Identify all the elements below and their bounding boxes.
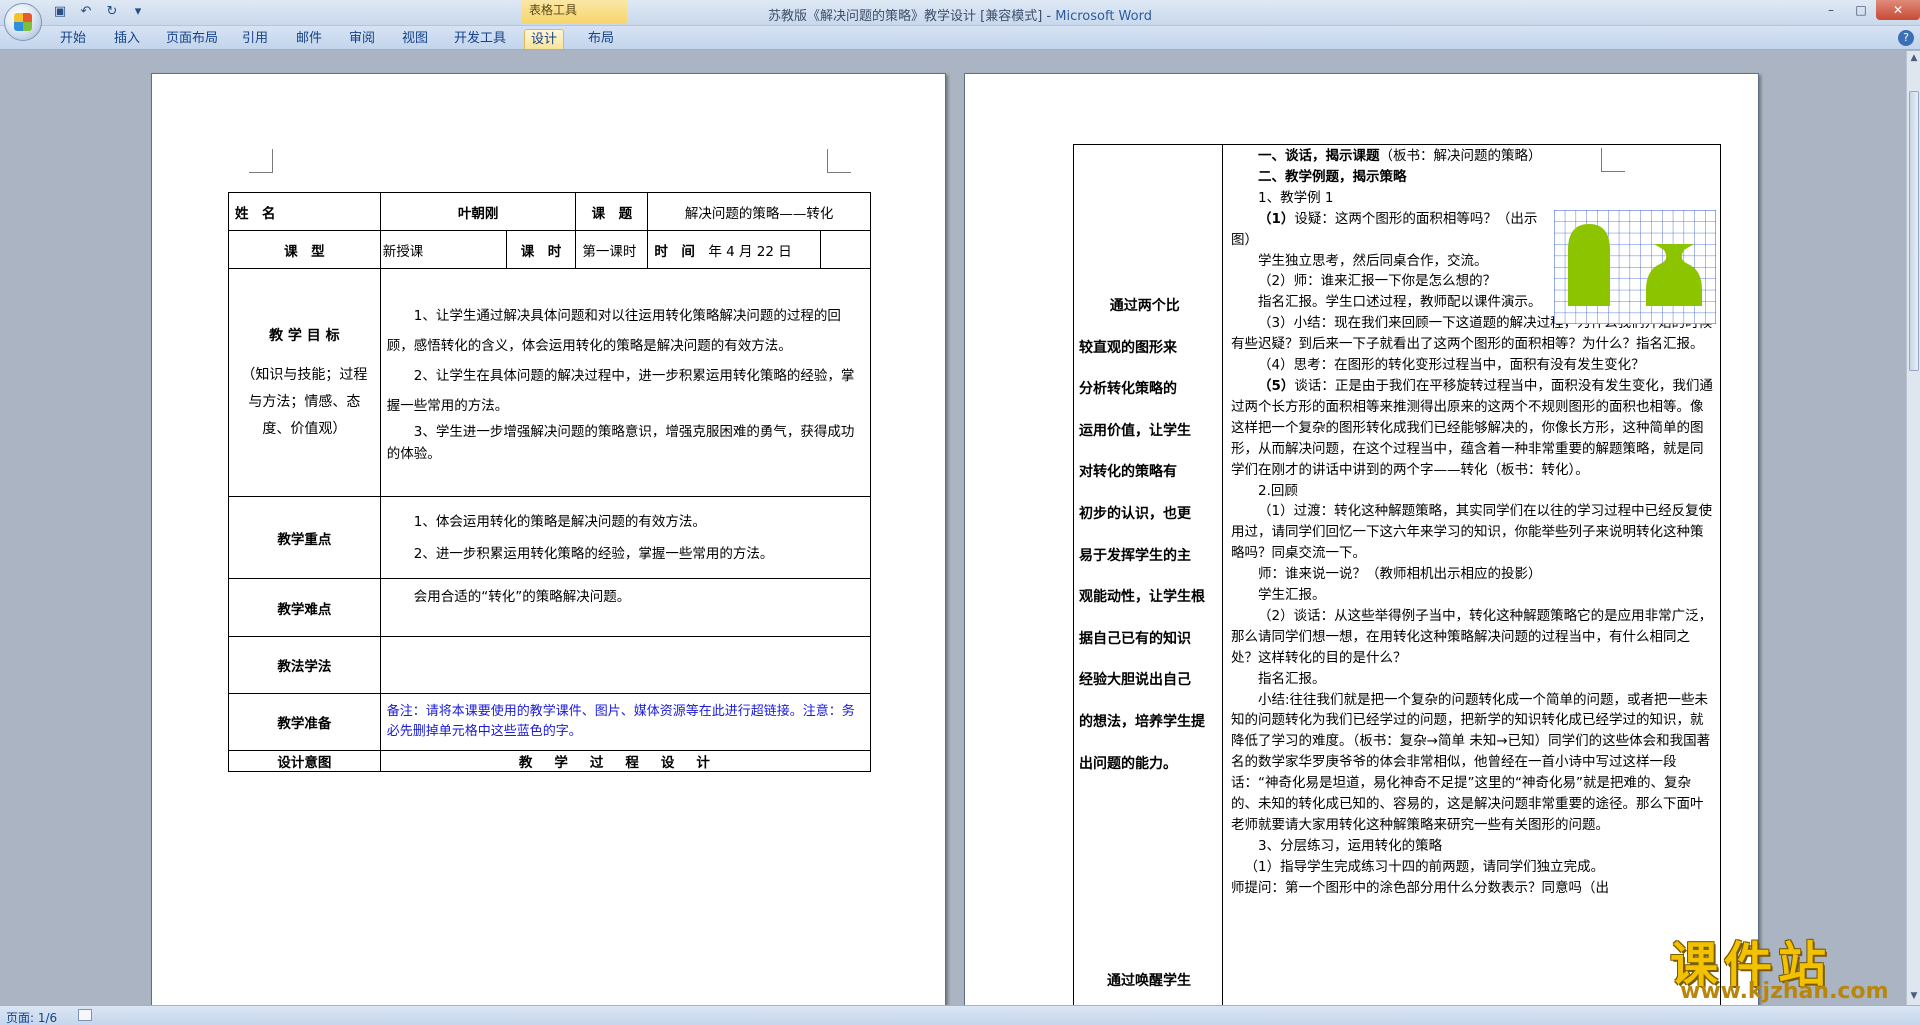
type-value[interactable]: 新授课 bbox=[379, 230, 507, 269]
scrollbar-thumb[interactable] bbox=[1909, 91, 1919, 371]
scroll-up-icon[interactable]: ▲ bbox=[1908, 53, 1920, 65]
tab-home[interactable]: 开始 bbox=[54, 29, 92, 49]
goal-item: 1、让学生通过解决具体问题和对以往运用转化策略解决问题的过程的回顾，感悟转化的含… bbox=[386, 307, 841, 354]
difficulty-content[interactable]: 会用合适的“转化”的策略解决问题。 bbox=[379, 578, 872, 637]
paragraph: （1）过渡：转化这种解题策略，其实同学们在以往的学习过程中已经反复使用过，请同学… bbox=[1231, 503, 1713, 562]
paragraph: 学生汇报。 bbox=[1258, 587, 1326, 604]
lesson-info-table: 姓 名 叶朝刚 课 题 解决问题的策略——转化 课 型 新授课 课 时 第一课时… bbox=[228, 192, 872, 772]
tab-design[interactable]: 设计 bbox=[524, 29, 565, 49]
section-title: 3、分层练习，运用转化的策略 bbox=[1258, 837, 1443, 854]
page-count[interactable]: 页面: 1/6 bbox=[6, 1009, 57, 1025]
paragraph: 指名汇报。 bbox=[1258, 670, 1326, 687]
intent-line: 的想法，培养学生提 bbox=[1079, 713, 1205, 730]
status-bar: 页面: 1/6 bbox=[0, 1005, 1920, 1025]
intent-line: 观能动性，让学生根 bbox=[1079, 589, 1205, 606]
tab-page-layout[interactable]: 页面布局 bbox=[160, 29, 224, 49]
topic-label: 课 题 bbox=[575, 192, 649, 231]
intent-line: 出问题的能力。 bbox=[1079, 755, 1177, 772]
goals-sub-label: （知识与技能；过程与方法；情感、态度、价值观） bbox=[241, 366, 368, 437]
preparation-note[interactable]: 备注：请将本课要使用的教学课件、图片、媒体资源等在此进行超链接。注意：务必先删掉… bbox=[379, 693, 872, 751]
app-name: Microsoft Word bbox=[1055, 9, 1152, 24]
paragraph: （1）指导学生完成练习十四的前两题，请同学们独立完成。 bbox=[1244, 858, 1605, 875]
time-label: 时 间 bbox=[654, 243, 695, 260]
window-title: 苏教版《解决问题的策略》教学设计 [兼容模式] - Microsoft Word bbox=[0, 5, 1920, 24]
document-title: 苏教版《解决问题的策略》教学设计 [兼容模式] - bbox=[768, 9, 1056, 24]
tab-view[interactable]: 视图 bbox=[396, 29, 434, 49]
office-button[interactable] bbox=[4, 3, 42, 41]
intent-line: 较直观的图形来 bbox=[1079, 339, 1177, 356]
paragraph: 师提问：第一个图形中的涂色部分用什么分数表示？同意吗（出 bbox=[1231, 879, 1609, 896]
macro-record-icon[interactable] bbox=[78, 1009, 92, 1021]
table-right-border bbox=[1720, 144, 1721, 1014]
paragraph: （4）思考：在图形的转化变形过程当中，面积有没有发生变化？ bbox=[1258, 357, 1645, 374]
example-title: 1、教学例 1 bbox=[1258, 189, 1334, 206]
key-points-content[interactable]: 1、体会运用转化的策略是解决问题的有效方法。 2、进一步积累运用转化策略的经验，… bbox=[379, 496, 872, 579]
topic-value[interactable]: 解决问题的策略——转化 bbox=[647, 192, 871, 231]
tab-layout[interactable]: 布局 bbox=[582, 29, 620, 49]
intent-line: 对转化的策略有 bbox=[1079, 464, 1177, 481]
goals-content[interactable]: 1、让学生通过解决具体问题和对以往运用转化策略解决问题的过程的回顾，感悟转化的含… bbox=[379, 268, 872, 497]
intent-line: 通过两个比 bbox=[1109, 298, 1180, 314]
goal-item: 2、让学生在具体问题的解决过程中，进一步积累运用转化策略的经验，掌握一些常用的方… bbox=[386, 367, 855, 414]
time-value: 年 4 月 22 日 bbox=[708, 243, 792, 260]
methods-content[interactable] bbox=[379, 636, 872, 694]
paragraph: （2）谈话：从这些举得例子当中，转化这种解题策略它的是应用非常广泛，那么请同学们… bbox=[1231, 607, 1713, 666]
hours-label: 课 时 bbox=[505, 230, 577, 269]
key-point-item: 2、进一步积累运用转化策略的经验，掌握一些常用的方法。 bbox=[413, 545, 774, 562]
vertical-scrollbar[interactable]: ▲ ▼ bbox=[1906, 51, 1920, 1005]
intent-line: 初步的认识，也更 bbox=[1079, 505, 1191, 522]
design-intent-next[interactable]: 通过唤醒学生 bbox=[1079, 970, 1219, 990]
teaching-process-header: 教学过程设计 bbox=[379, 750, 872, 772]
tab-references[interactable]: 引用 bbox=[236, 29, 274, 49]
intent-line: 据自己已有的知识 bbox=[1079, 630, 1191, 647]
intent-line: 经验大胆说出自己 bbox=[1079, 672, 1191, 689]
paragraph: 小结:往往我们就是把一个复杂的问题转化成一个简单的问题，或者把一些未知的问题转化… bbox=[1231, 691, 1711, 833]
tab-review[interactable]: 审阅 bbox=[343, 29, 381, 49]
name-label: 姓 名 bbox=[228, 192, 381, 231]
key-point-item: 1、体会运用转化的策略是解决问题的有效方法。 bbox=[413, 513, 706, 530]
difficulty-text: 会用合适的“转化”的策略解决问题。 bbox=[413, 589, 631, 605]
tab-mailings[interactable]: 邮件 bbox=[290, 29, 328, 49]
design-intent-header: 设计意图 bbox=[228, 750, 381, 772]
section-title: 2.回顾 bbox=[1258, 482, 1298, 499]
watermark-url: www.kjzhan.com bbox=[1680, 979, 1889, 1004]
margin-corner-mark bbox=[249, 149, 273, 173]
heading-1: 一、谈话，揭示课题（板书：解决问题的策略） bbox=[1258, 148, 1542, 164]
watermark-logo: 课件站 www.kjzhan.com bbox=[1660, 925, 1915, 1005]
title-bar: ▣ ↶ ↻ ▾ 表格工具 苏教版《解决问题的策略》教学设计 [兼容模式] - M… bbox=[0, 0, 1920, 26]
arch-shape bbox=[1568, 224, 1610, 306]
goals-label-cell: 教 学 目 标 （知识与技能；过程与方法；情感、态度、价值观） bbox=[228, 268, 381, 497]
goals-label: 教 学 目 标 bbox=[269, 327, 340, 344]
methods-label: 教法学法 bbox=[228, 636, 381, 694]
office-logo-icon bbox=[14, 13, 32, 31]
name-value[interactable]: 叶朝刚 bbox=[379, 192, 577, 231]
document-page-2: 通过两个比 较直观的图形来 分析转化策略的 运用价值，让学生 对转化的策略有 初… bbox=[964, 73, 1759, 1014]
empty-cell[interactable] bbox=[820, 230, 871, 269]
maximize-button[interactable]: □ bbox=[1846, 0, 1876, 20]
window-controls: – □ ✕ bbox=[1816, 0, 1920, 20]
goal-item: 3、学生进一步增强解决问题的策略意识，增强克服困难的勇气，获得成功的体验。 bbox=[386, 423, 855, 462]
margin-corner-mark bbox=[827, 149, 851, 173]
document-page-1: 姓 名 叶朝刚 课 题 解决问题的策略——转化 课 型 新授课 课 时 第一课时… bbox=[151, 73, 946, 1013]
intent-line: 易于发挥学生的主 bbox=[1079, 547, 1191, 564]
tab-insert[interactable]: 插入 bbox=[108, 29, 146, 49]
minimize-button[interactable]: – bbox=[1816, 0, 1846, 20]
paragraph: （5）谈话：正是由于我们在平移旋转过程当中，面积没有发生变化，我们通过两个长方形… bbox=[1231, 377, 1713, 478]
help-icon[interactable]: ? bbox=[1898, 30, 1914, 46]
key-points-label: 教学重点 bbox=[228, 496, 381, 579]
example-figure bbox=[1554, 210, 1716, 324]
tab-developer[interactable]: 开发工具 bbox=[448, 29, 512, 49]
ribbon-tabs: 开始 插入 页面布局 引用 邮件 审阅 视图 开发工具 设计 布局 ? bbox=[0, 26, 1920, 50]
time-label-and-value[interactable]: 时 间 年 4 月 22 日 bbox=[647, 230, 822, 269]
close-button[interactable]: ✕ bbox=[1876, 0, 1920, 20]
design-intent-text[interactable]: 通过两个比 较直观的图形来 分析转化策略的 运用价值，让学生 对转化的策略有 初… bbox=[1079, 286, 1219, 785]
preparation-label: 教学准备 bbox=[228, 693, 381, 751]
paragraph: 师：谁来说一说？（教师相机出示相应的投影） bbox=[1258, 566, 1542, 583]
intent-line: 运用价值，让学生 bbox=[1079, 422, 1191, 439]
difficulty-label: 教学难点 bbox=[228, 578, 381, 637]
intent-line: 分析转化策略的 bbox=[1079, 381, 1177, 398]
hours-value[interactable]: 第一课时 bbox=[575, 230, 649, 269]
type-label: 课 型 bbox=[228, 230, 381, 269]
heading-2: 二、教学例题，揭示策略 bbox=[1258, 168, 1407, 185]
